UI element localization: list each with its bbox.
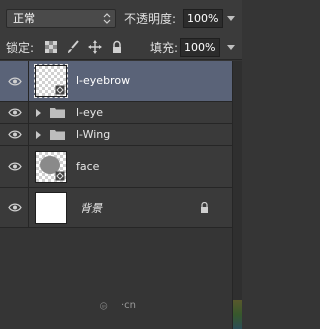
layer-name: face [76,160,100,173]
layer-name: l-eye [76,106,104,119]
expand-arrow-icon[interactable] [36,109,41,117]
opacity-dropdown-icon[interactable] [227,16,235,21]
layers-panel: 正常 不透明度: 100% 锁定: 填充: 100% l-eyebrow l-e… [0,0,242,329]
lock-fill-row: 锁定: 填充: 100% [0,36,242,60]
lock-label: 锁定: [6,41,35,55]
background-layer-row[interactable]: 背景 [0,188,232,228]
expand-arrow-icon[interactable] [36,131,41,139]
layer-thumbnail [34,64,68,98]
smart-object-icon [55,171,65,181]
fill-label: 填充: [150,41,179,55]
layer-name: l-Wing [76,128,111,141]
visibility-toggle[interactable] [0,124,29,145]
layer-group-row[interactable]: l-Wing [0,124,232,146]
visibility-toggle[interactable] [0,146,29,187]
layer-thumbnail [35,151,67,183]
visibility-toggle[interactable] [0,102,29,123]
folder-icon [50,130,65,140]
layer-name: 背景 [80,202,102,215]
layer-name: l-eyebrow [76,74,131,87]
lock-transparent-pixels-icon[interactable] [44,40,58,54]
folder-icon [50,108,65,118]
lock-image-pixels-icon[interactable] [66,40,80,54]
opacity-input[interactable]: 100% [183,9,223,28]
svg-text:UI: UI [102,304,106,308]
eye-icon[interactable] [8,130,22,139]
resize-corner[interactable] [233,300,242,329]
eye-icon[interactable] [8,77,22,86]
eye-icon[interactable] [8,162,22,171]
lock-icon [201,202,208,213]
smart-object-icon [55,85,65,95]
blend-mode-value: 正常 [13,12,35,25]
layer-row[interactable]: l-eyebrow [0,61,232,102]
visibility-toggle[interactable] [0,188,29,227]
watermark-logo: UI [100,302,108,310]
visibility-toggle[interactable] [0,61,29,101]
lock-position-icon[interactable] [88,40,102,54]
layer-group-row[interactable]: l-eye [0,102,232,124]
layer-row[interactable]: face [0,146,232,188]
lock-all-icon[interactable] [110,40,124,54]
opacity-label: 不透明度: [124,12,177,26]
fill-input[interactable]: 100% [180,38,220,57]
scrollbar[interactable] [232,61,242,329]
fill-dropdown-icon[interactable] [227,45,235,50]
watermark-text: ·cn [121,300,137,311]
blend-opacity-row: 正常 不透明度: 100% [0,0,242,36]
layer-thumbnail [35,192,67,224]
eye-icon[interactable] [8,203,22,212]
select-arrows-icon [103,13,111,24]
blend-mode-select[interactable]: 正常 [6,9,116,28]
eye-icon[interactable] [8,108,22,117]
